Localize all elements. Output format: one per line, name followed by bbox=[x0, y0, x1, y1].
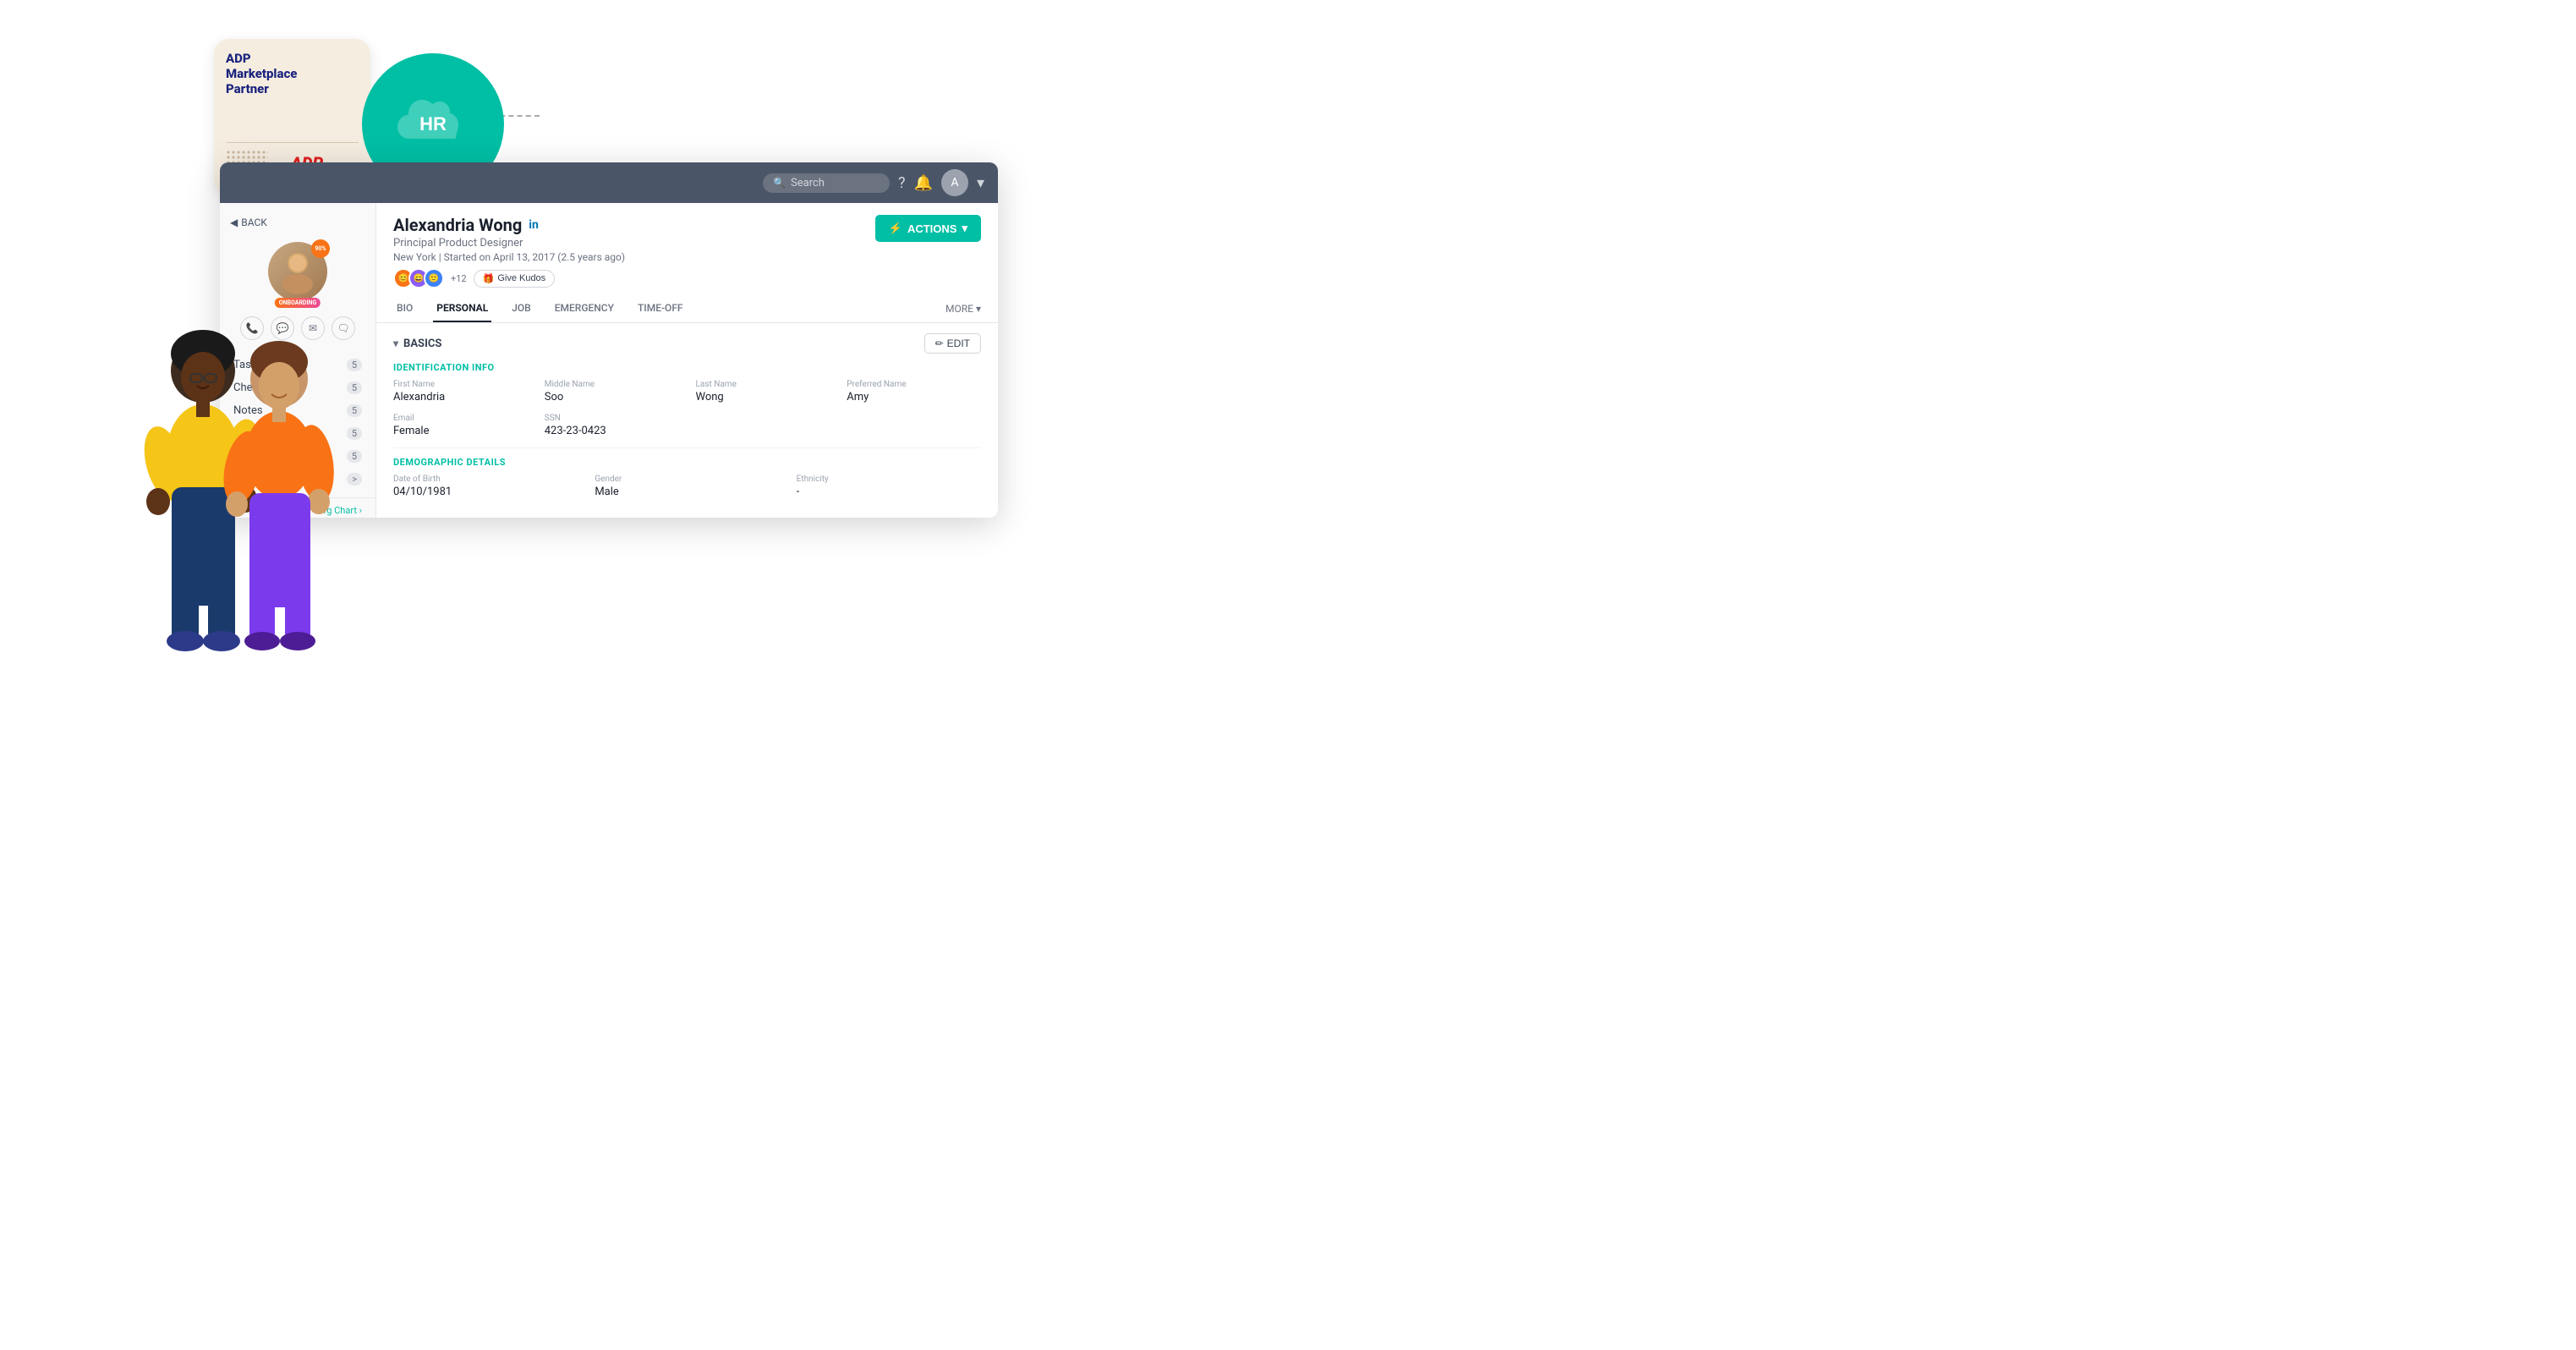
tab-more[interactable]: MORE ▾ bbox=[945, 303, 981, 315]
dob-label: Date of Birth bbox=[393, 475, 578, 484]
ethnicity-field: Ethnicity - bbox=[797, 475, 981, 498]
section-divider bbox=[393, 447, 981, 448]
gender-value: Male bbox=[595, 486, 779, 498]
tab-bio[interactable]: BIO bbox=[393, 295, 416, 322]
email-value: Female bbox=[393, 425, 528, 437]
actions-icon: ⚡ bbox=[889, 222, 902, 235]
kudos-icon: 🎁 bbox=[483, 273, 495, 284]
linkedin-icon[interactable]: in bbox=[529, 218, 539, 232]
last-name-field: Last Name Wong bbox=[696, 380, 830, 403]
give-kudos-button[interactable]: 🎁 Give Kudos bbox=[474, 270, 556, 288]
search-box[interactable]: 🔍 Search bbox=[763, 173, 890, 193]
location-start: New York | Started on April 13, 2017 (2.… bbox=[393, 251, 625, 263]
tab-job[interactable]: JOB bbox=[508, 295, 534, 322]
demographic-grid: Date of Birth 04/10/1981 Gender Male Eth… bbox=[393, 475, 981, 498]
actions-button[interactable]: ⚡ ACTIONS ▾ bbox=[875, 215, 981, 242]
user-avatar[interactable]: A bbox=[941, 169, 968, 196]
tab-personal[interactable]: PERSONAL bbox=[433, 295, 491, 322]
ssn-field: SSN 423-23-0423 bbox=[545, 414, 679, 437]
personal-panel: ▾ BASICS ✏ EDIT IDENTIFICATION INFO Firs… bbox=[376, 323, 998, 518]
adp-card-title: ADPMarketplacePartner bbox=[226, 51, 359, 96]
kudos-row: 😊 😄 🙂 +12 🎁 Give Kudos bbox=[393, 268, 625, 288]
basics-title: ▾ BASICS bbox=[393, 338, 441, 350]
tab-navigation: BIO PERSONAL JOB EMERGENCY TIME-OFF MORE… bbox=[376, 295, 998, 323]
edit-pencil-icon: ✏ bbox=[935, 338, 944, 349]
ssn-label: SSN bbox=[545, 414, 679, 423]
ssn-value: 423-23-0423 bbox=[545, 425, 679, 437]
first-name-value: Alexandria bbox=[393, 391, 528, 403]
email-label: Email bbox=[393, 414, 528, 423]
middle-name-label: Middle Name bbox=[545, 380, 679, 389]
email-ssn-grid: Email Female SSN 423-23-0423 bbox=[393, 414, 981, 437]
search-icon: 🔍 bbox=[773, 177, 786, 189]
tab-time-off[interactable]: TIME-OFF bbox=[634, 295, 687, 322]
gender-label: Gender bbox=[595, 475, 779, 484]
preferred-name-field: Preferred Name Amy bbox=[847, 380, 981, 403]
actions-chevron-icon: ▾ bbox=[962, 222, 967, 235]
dob-field: Date of Birth 04/10/1981 bbox=[393, 475, 578, 498]
gender-field: Gender Male bbox=[595, 475, 779, 498]
basics-section-header: ▾ BASICS ✏ EDIT bbox=[393, 333, 981, 354]
chevron-down-icon[interactable]: ▾ bbox=[977, 174, 984, 192]
identification-title: IDENTIFICATION INFO bbox=[393, 362, 981, 373]
middle-name-field: Middle Name Soo bbox=[545, 380, 679, 403]
back-button[interactable]: ◀ BACK bbox=[220, 210, 375, 235]
first-name-label: First Name bbox=[393, 380, 528, 389]
kudos-avatar-3: 🙂 bbox=[424, 268, 444, 288]
edit-button[interactable]: ✏ EDIT bbox=[924, 333, 981, 354]
tab-emergency[interactable]: EMERGENCY bbox=[551, 295, 617, 322]
first-name-field: First Name Alexandria bbox=[393, 380, 528, 403]
people-illustration bbox=[114, 286, 376, 675]
preferred-name-label: Preferred Name bbox=[847, 380, 981, 389]
main-content: Alexandria Wong in Principal Product Des… bbox=[376, 203, 998, 518]
back-arrow-icon: ◀ bbox=[230, 217, 238, 228]
profile-header: Alexandria Wong in Principal Product Des… bbox=[376, 203, 998, 288]
email-field: Email Female bbox=[393, 414, 528, 437]
identification-grid: First Name Alexandria Middle Name Soo La… bbox=[393, 380, 981, 403]
help-icon[interactable]: ? bbox=[898, 174, 906, 192]
last-name-value: Wong bbox=[696, 391, 830, 403]
profile-info: Alexandria Wong in Principal Product Des… bbox=[393, 215, 625, 288]
last-name-label: Last Name bbox=[696, 380, 830, 389]
progress-ring: 90% bbox=[311, 239, 330, 258]
kudos-avatars: 😊 😄 🙂 bbox=[393, 268, 444, 288]
ethnicity-value: - bbox=[797, 486, 981, 498]
back-label: BACK bbox=[241, 217, 267, 228]
search-input-label: Search bbox=[791, 177, 825, 189]
demographic-title: DEMOGRAPHIC DETAILS bbox=[393, 457, 981, 468]
dob-value: 04/10/1981 bbox=[393, 486, 578, 498]
preferred-name-value: Amy bbox=[847, 391, 981, 403]
profile-name: Alexandria Wong in bbox=[393, 215, 625, 235]
section-chevron-icon: ▾ bbox=[393, 338, 398, 349]
cloud-icon: HR bbox=[391, 95, 475, 154]
nav-bar: 🔍 Search ? 🔔 A ▾ bbox=[220, 162, 998, 203]
ethnicity-label: Ethnicity bbox=[797, 475, 981, 484]
job-title: Principal Product Designer bbox=[393, 237, 625, 250]
more-chevron-icon: ▾ bbox=[976, 303, 981, 315]
svg-text:HR: HR bbox=[419, 113, 447, 134]
middle-name-value: Soo bbox=[545, 391, 679, 403]
bell-icon[interactable]: 🔔 bbox=[914, 174, 933, 192]
kudos-count: +12 bbox=[451, 273, 467, 284]
